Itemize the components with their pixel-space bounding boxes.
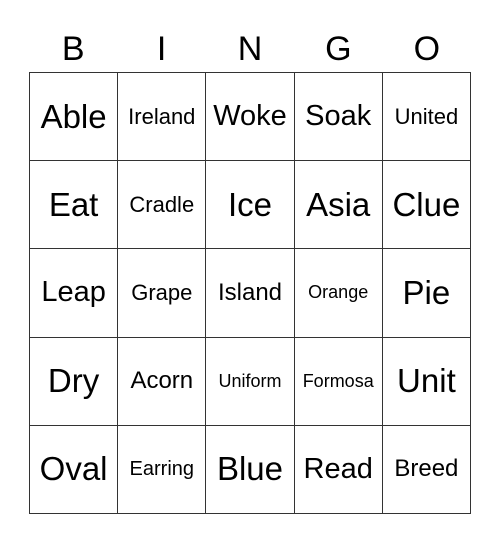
bingo-cell[interactable]: Ice	[206, 161, 295, 250]
bingo-cell[interactable]: United	[382, 73, 471, 162]
bingo-cell[interactable]: Eat	[30, 161, 119, 250]
bingo-cell[interactable]: Clue	[382, 161, 471, 250]
bingo-cell[interactable]: Asia	[294, 161, 383, 250]
bingo-cell[interactable]: Uniform	[206, 337, 295, 426]
bingo-cell[interactable]: Island	[206, 249, 295, 338]
bingo-cell[interactable]: Dry	[30, 337, 119, 426]
bingo-cell[interactable]: Earring	[118, 425, 207, 514]
bingo-cell[interactable]: Oval	[30, 425, 119, 514]
bingo-cell[interactable]: Able	[30, 73, 119, 162]
header-letter-b: B	[61, 30, 85, 68]
bingo-cell[interactable]: Cradle	[118, 161, 207, 250]
header-letter-n: N	[237, 30, 263, 68]
bingo-cell[interactable]: Soak	[294, 73, 383, 162]
bingo-cell[interactable]: Formosa	[294, 337, 383, 426]
bingo-cell[interactable]: Leap	[30, 249, 119, 338]
bingo-cell[interactable]: Orange	[294, 249, 383, 338]
bingo-cell[interactable]: Blue	[206, 425, 295, 514]
header-letter-o: O	[413, 30, 441, 68]
bingo-cell[interactable]: Grape	[118, 249, 207, 338]
bingo-grid: Able Ireland Woke Soak United Eat Cradle…	[29, 72, 471, 514]
bingo-cell[interactable]: Pie	[382, 249, 471, 338]
bingo-cell[interactable]: Acorn	[118, 337, 207, 426]
bingo-cell[interactable]: Breed	[382, 425, 471, 514]
bingo-cell[interactable]: Unit	[382, 337, 471, 426]
header-letter-i: I	[156, 30, 167, 68]
bingo-cell[interactable]: Read	[294, 425, 383, 514]
bingo-header: B I N G O	[29, 26, 471, 72]
bingo-cell[interactable]: Ireland	[118, 73, 207, 162]
header-letter-g: G	[325, 30, 352, 68]
bingo-cell[interactable]: Woke	[206, 73, 295, 162]
